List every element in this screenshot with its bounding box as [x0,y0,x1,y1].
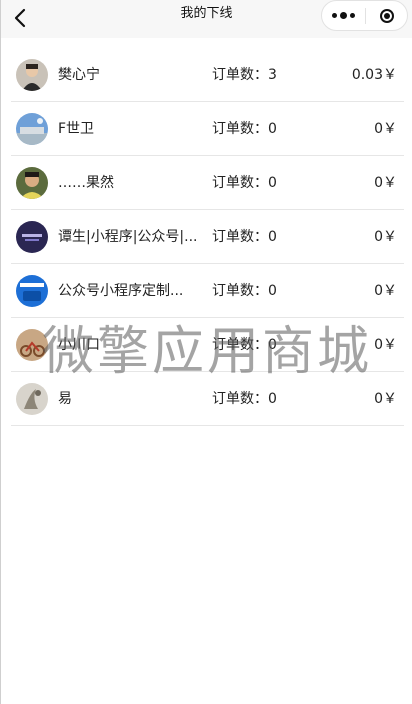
more-dots-icon [332,13,337,18]
user-name: ……果然 [58,175,114,191]
user-name: 小川口 [58,337,100,353]
commission-amount: 0￥ [374,337,397,353]
order-count: 订单数：0 [212,229,277,245]
avatar [16,221,48,253]
list-item[interactable]: 小川口 订单数：0 0￥ [1,318,412,372]
avatar [16,113,48,145]
commission-amount: 0￥ [374,229,397,245]
list-item[interactable]: 谭生|小程序|公众号|... 订单数：0 0￥ [1,210,412,264]
user-name: 公众号小程序定制... [58,283,184,299]
avatar [16,167,48,199]
list-item[interactable]: ……果然 订单数：0 0￥ [1,156,412,210]
more-button[interactable] [322,1,365,30]
order-count: 订单数：3 [212,67,277,83]
capsule-menu [321,0,408,31]
avatar [16,275,48,307]
target-circle-icon [380,8,394,23]
user-name: 樊心宁 [58,67,100,83]
list-item[interactable]: 樊心宁 订单数：3 0.03￥ [1,48,412,102]
user-name: 谭生|小程序|公众号|... [58,229,198,245]
downline-list: 樊心宁 订单数：3 0.03￥ F世卫 订单数：0 0￥ ……果然 订单数：0 … [1,48,412,426]
navigation-bar: 我的下线 [1,0,412,38]
close-button[interactable] [366,1,408,30]
list-item[interactable]: F世卫 订单数：0 0￥ [1,102,412,156]
order-count: 订单数：0 [212,283,277,299]
avatar [16,59,48,91]
user-name: 易 [58,391,72,407]
commission-amount: 0￥ [374,283,397,299]
order-count: 订单数：0 [212,391,277,407]
order-count: 订单数：0 [212,121,277,137]
commission-amount: 0.03￥ [351,67,397,83]
user-name: F世卫 [58,121,95,137]
list-item[interactable]: 公众号小程序定制... 订单数：0 0￥ [1,264,412,318]
list-item[interactable]: 易 订单数：0 0￥ [1,372,412,426]
commission-amount: 0￥ [374,391,397,407]
order-count: 订单数：0 [212,175,277,191]
avatar [16,329,48,361]
order-count: 订单数：0 [212,337,277,353]
commission-amount: 0￥ [374,175,397,191]
commission-amount: 0￥ [374,121,397,137]
avatar [16,383,48,415]
